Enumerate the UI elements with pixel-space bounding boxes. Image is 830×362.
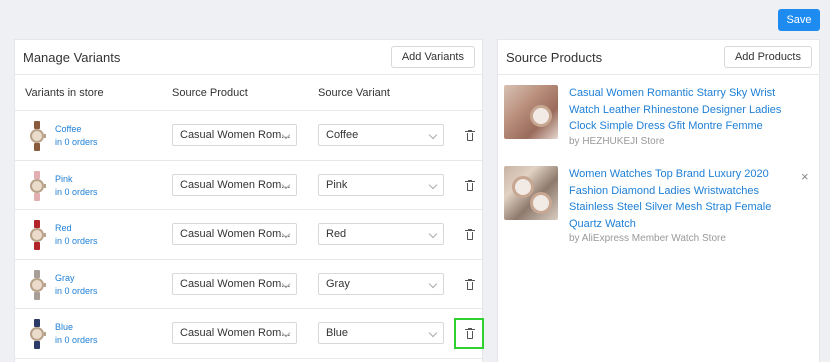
- variant-orders-link[interactable]: in 0 orders: [55, 286, 98, 296]
- save-button[interactable]: Save: [778, 9, 820, 31]
- source-products-panel: Source Products Add Products Casual Wome…: [497, 39, 820, 362]
- add-variants-button[interactable]: Add Variants: [390, 46, 475, 68]
- variant-name-link[interactable]: Gray: [55, 273, 75, 283]
- chevron-down-icon: [428, 328, 438, 338]
- source-product-select[interactable]: Casual Women Rom...: [172, 124, 297, 146]
- table-row: Coffee in 0 orders Casual Women Rom... C…: [15, 111, 482, 161]
- source-product-select[interactable]: Casual Women Rom...: [172, 173, 297, 196]
- variant-name-link[interactable]: Blue: [55, 322, 73, 332]
- chevron-down-icon: [428, 279, 438, 288]
- trash-icon[interactable]: [465, 328, 475, 339]
- source-product-select[interactable]: Casual Women Rom...: [172, 223, 297, 245]
- product-store: by AliExpress Member Watch Store: [569, 233, 726, 244]
- source-variant-select[interactable]: Red: [318, 223, 444, 245]
- source-variant-select[interactable]: Pink: [318, 173, 444, 196]
- table-row: Pink in 0 orders Casual Women Rom... Pin…: [15, 161, 482, 210]
- product-title-link[interactable]: Women Watches Top Brand Luxury 2020 Fash…: [569, 166, 784, 232]
- watch-thumbnail: [30, 121, 46, 151]
- source-variant-select[interactable]: Gray: [318, 272, 444, 295]
- source-product-select[interactable]: Casual Women Rom...: [172, 272, 297, 295]
- source-variant-select[interactable]: Coffee: [318, 124, 444, 146]
- product-image[interactable]: [504, 85, 558, 139]
- trash-icon[interactable]: [465, 130, 475, 141]
- table-header: Variants in store Source Product Source …: [15, 75, 482, 111]
- product-image[interactable]: [504, 166, 558, 220]
- column-header-variants: Variants in store: [25, 87, 104, 99]
- close-icon[interactable]: ×: [801, 169, 809, 184]
- manage-variants-panel: Manage Variants Add Variants Variants in…: [14, 39, 484, 362]
- variant-orders-link[interactable]: in 0 orders: [55, 137, 98, 147]
- product-store: by HEZHUKEJI Store: [569, 136, 665, 147]
- source-variant-select[interactable]: Blue: [318, 322, 444, 344]
- table-row: Blue in 0 orders Casual Women Rom... Blu…: [15, 309, 484, 359]
- table-row: Red in 0 orders Casual Women Rom... Red: [15, 210, 482, 260]
- trash-icon[interactable]: [465, 278, 475, 290]
- variant-orders-link[interactable]: in 0 orders: [55, 187, 98, 197]
- chevron-down-icon: [428, 229, 438, 239]
- watch-thumbnail: [30, 170, 46, 201]
- variant-name-link[interactable]: Pink: [55, 174, 73, 184]
- variant-name-link[interactable]: Red: [55, 223, 72, 233]
- source-products-header: Source Products Add Products: [498, 40, 819, 75]
- column-header-source-variant: Source Variant: [318, 87, 390, 99]
- chevron-down-icon: [428, 130, 438, 140]
- watch-thumbnail: [30, 220, 46, 250]
- chevron-down-icon: [428, 180, 438, 189]
- trash-icon[interactable]: [465, 229, 475, 240]
- panel-title: Manage Variants: [23, 49, 121, 65]
- panel-title: Source Products: [506, 49, 603, 65]
- variant-orders-link[interactable]: in 0 orders: [55, 236, 98, 246]
- table-row: Gray in 0 orders Casual Women Rom... Gra…: [15, 260, 482, 309]
- manage-variants-header: Manage Variants Add Variants: [15, 40, 482, 75]
- column-header-source-product: Source Product: [172, 87, 248, 99]
- source-product-select[interactable]: Casual Women Rom...: [172, 322, 297, 344]
- variant-name-link[interactable]: Coffee: [55, 124, 81, 134]
- watch-thumbnail: [30, 269, 46, 300]
- trash-icon[interactable]: [465, 179, 475, 191]
- variant-orders-link[interactable]: in 0 orders: [55, 335, 98, 345]
- product-title-link[interactable]: Casual Women Romantic Starry Sky Wrist W…: [569, 85, 784, 135]
- watch-thumbnail: [30, 319, 46, 349]
- add-products-button[interactable]: Add Products: [723, 46, 812, 68]
